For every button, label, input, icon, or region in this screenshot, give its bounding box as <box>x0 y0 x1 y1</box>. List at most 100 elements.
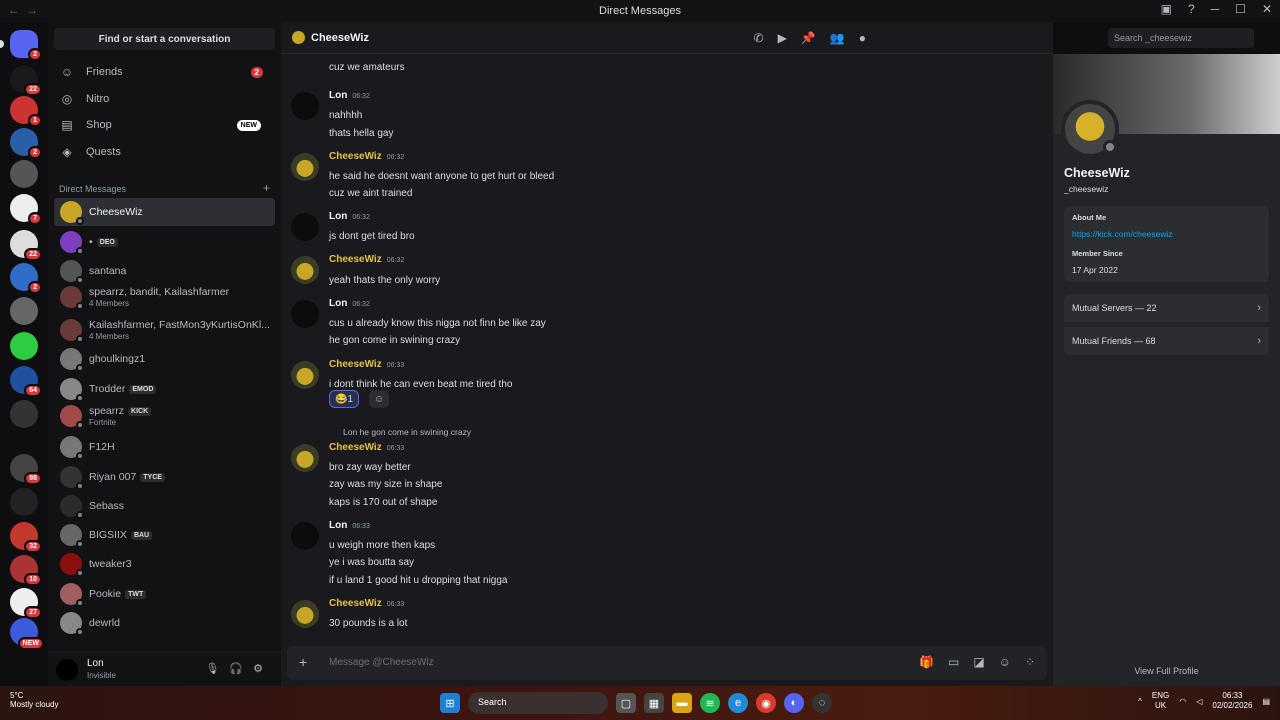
author-name[interactable]: Lon <box>329 211 347 222</box>
message-author[interactable]: Lon 06:32 <box>329 90 370 101</box>
start-windows-icon[interactable]: ⊞ <box>440 693 460 713</box>
dm-item[interactable]: Sebass <box>54 492 275 520</box>
emoji-icon[interactable]: ☺ <box>999 655 1011 669</box>
message-author[interactable]: CheeseWiz 06:33 <box>329 598 404 609</box>
attach-plus-icon[interactable]: + <box>299 654 307 670</box>
server-icon[interactable]: 27 <box>10 588 42 619</box>
avatar[interactable] <box>291 300 319 328</box>
dm-item[interactable]: ghoulkingz1 <box>54 345 275 373</box>
server-icon[interactable]: 32 <box>10 522 42 553</box>
dm-item[interactable]: tweaker3 <box>54 550 275 578</box>
author-name[interactable]: Lon <box>329 90 347 101</box>
message-author[interactable]: CheeseWiz 06:33 <box>329 359 404 370</box>
nav-nitro[interactable]: ◎ Nitro <box>54 87 275 111</box>
add-reaction-button[interactable]: ☺ <box>369 390 390 408</box>
server-icon[interactable]: 1 <box>10 96 42 127</box>
message-author[interactable]: Lon 06:33 <box>329 520 370 531</box>
server-icon[interactable] <box>10 160 38 188</box>
nav-quests[interactable]: ◈ Quests <box>54 140 275 164</box>
apps-icon[interactable]: ⁘ <box>1025 655 1035 669</box>
dm-item[interactable]: spearrz KICK Fortnite <box>54 402 275 430</box>
server-icon[interactable] <box>10 332 38 360</box>
message-author[interactable]: Lon 06:32 <box>329 298 370 309</box>
dm-item[interactable]: santana <box>54 257 275 285</box>
profile-avatar[interactable] <box>1061 100 1119 158</box>
close-button[interactable]: ✕ <box>1262 2 1272 16</box>
volume-icon[interactable]: ◁ <box>1196 697 1202 706</box>
add-friends-icon[interactable]: 👥 <box>830 31 845 45</box>
server-icon[interactable]: 98 <box>10 454 42 485</box>
settings-gear-icon[interactable]: ⚙ <box>253 662 263 675</box>
message-input[interactable]: Message @CheeseWiz <box>329 657 434 668</box>
avatar[interactable] <box>291 256 319 284</box>
dm-item[interactable]: CheeseWiz <box>54 198 275 226</box>
tray-chevron-icon[interactable]: ^ <box>1138 697 1142 706</box>
avatar[interactable] <box>56 659 78 681</box>
avatar[interactable] <box>291 153 319 181</box>
reaction-chip[interactable]: 😂 1 <box>329 390 360 408</box>
server-icon[interactable]: 7 <box>10 194 42 225</box>
gift-icon[interactable]: 🎁 <box>919 655 934 669</box>
dm-item[interactable]: F12H <box>54 433 275 461</box>
about-link[interactable]: https://kick.com/cheesewiz <box>1072 229 1173 239</box>
view-full-profile-link[interactable]: View Full Profile <box>1053 666 1280 676</box>
dm-item[interactable]: spearrz, bandit, Kailashfarmer 4 Members <box>54 283 275 311</box>
message-author[interactable]: CheeseWiz 06:33 <box>329 442 404 453</box>
back-forward-icon[interactable]: ←→ <box>8 3 44 17</box>
author-name[interactable]: CheeseWiz <box>329 598 382 609</box>
wifi-icon[interactable]: ◠ <box>1179 697 1186 706</box>
recipient-avatar[interactable] <box>292 31 305 44</box>
server-icon[interactable] <box>10 488 38 516</box>
avatar[interactable] <box>291 444 319 472</box>
server-icon[interactable]: 10 <box>10 555 42 586</box>
maximize-button[interactable]: ☐ <box>1235 2 1246 16</box>
server-icon[interactable]: NEW <box>10 618 44 650</box>
recipient-name[interactable]: CheeseWiz <box>311 32 369 44</box>
avatar[interactable] <box>291 213 319 241</box>
nav-friends[interactable]: ☺ Friends 2 <box>54 60 275 84</box>
server-icon[interactable]: 22 <box>10 65 42 96</box>
message-author[interactable]: CheeseWiz 06:32 <box>329 151 404 162</box>
author-name[interactable]: Lon <box>329 520 347 531</box>
dm-item[interactable]: Trodder EMOD <box>54 375 275 403</box>
username[interactable]: Lon <box>87 658 104 669</box>
dm-item[interactable]: BIGSIIX BAU <box>54 521 275 549</box>
inbox-icon[interactable]: ▣ <box>1161 2 1172 16</box>
chrome-icon[interactable]: ◉ <box>756 693 776 713</box>
create-dm-icon[interactable]: + <box>263 182 270 194</box>
discord-icon[interactable]: ◐ <box>784 693 804 713</box>
server-icon[interactable] <box>10 297 38 325</box>
store-icon[interactable]: ▦ <box>644 693 664 713</box>
weather-widget[interactable]: 5°C Mostly cloudy <box>10 691 58 709</box>
pin-icon[interactable]: 📌 <box>801 31 816 45</box>
dm-item[interactable]: dewrld <box>54 609 275 637</box>
edge-icon[interactable]: e <box>728 693 748 713</box>
dm-item[interactable]: Riyan 007 TYCE <box>54 463 275 491</box>
server-icon[interactable]: 22 <box>10 230 42 261</box>
sticker-icon[interactable]: ◪ <box>973 655 984 669</box>
server-icon[interactable]: 2 <box>10 30 42 61</box>
notification-bell-icon[interactable]: ▤ <box>1262 697 1270 706</box>
headphones-icon[interactable]: 🎧 <box>229 662 243 675</box>
avatar[interactable] <box>291 92 319 120</box>
app-icon[interactable]: ◌ <box>812 693 832 713</box>
dm-item[interactable]: Pookie TWT <box>54 580 275 608</box>
author-name[interactable]: CheeseWiz <box>329 254 382 265</box>
user-profile-icon[interactable]: ● <box>859 31 866 45</box>
task-view-icon[interactable]: ▢ <box>616 693 636 713</box>
mutual-friends-row[interactable]: Mutual Friends — 68 › <box>1064 327 1269 355</box>
message-author[interactable]: CheeseWiz 06:32 <box>329 254 404 265</box>
author-name[interactable]: CheeseWiz <box>329 442 382 453</box>
help-icon[interactable]: ? <box>1188 2 1195 16</box>
gif-icon[interactable]: ▭ <box>948 655 959 669</box>
voice-call-icon[interactable]: ✆ <box>754 31 764 45</box>
mutual-servers-row[interactable]: Mutual Servers — 22 › <box>1064 294 1269 322</box>
taskbar-search[interactable]: Search <box>468 692 608 714</box>
server-icon[interactable]: 2 <box>10 128 42 159</box>
message-composer[interactable]: + Message @CheeseWiz 🎁 ▭ ◪ ☺ ⁘ <box>287 646 1047 680</box>
server-icon[interactable]: 64 <box>10 366 42 397</box>
minimize-button[interactable]: ─ <box>1211 2 1220 16</box>
find-conversation-button[interactable]: Find or start a conversation <box>54 28 275 50</box>
language-indicator[interactable]: ENG UK <box>1152 691 1169 711</box>
mic-icon[interactable]: 🎙 <box>205 662 219 675</box>
